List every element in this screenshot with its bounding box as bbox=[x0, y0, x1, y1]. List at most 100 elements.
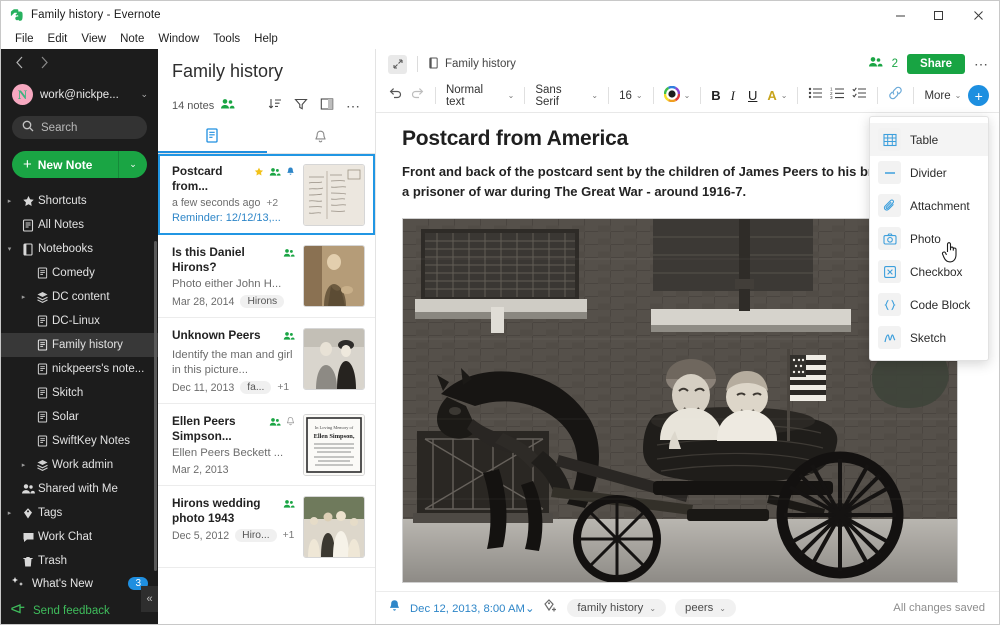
search-input[interactable]: Search bbox=[12, 115, 147, 140]
tag-chip-family-history[interactable]: family history ⌄ bbox=[567, 599, 667, 617]
list-item[interactable]: Hirons wedding photo 1943 Dec 5, 2012 Hi… bbox=[158, 486, 375, 568]
italic-button[interactable]: I bbox=[731, 88, 735, 104]
menu-item-attachment[interactable]: Attachment bbox=[870, 189, 988, 222]
chevron-down-icon: ⌄ bbox=[683, 91, 691, 100]
editor-notebook-chip[interactable]: Family history bbox=[428, 56, 516, 72]
twisty-icon[interactable]: ▸ bbox=[15, 293, 32, 301]
people-icon bbox=[220, 97, 235, 115]
menu-tools[interactable]: Tools bbox=[206, 31, 247, 47]
sidebar-item-tags[interactable]: ▸ Tags bbox=[1, 501, 158, 525]
bullet-list-icon[interactable] bbox=[808, 86, 823, 105]
more-icon[interactable]: ⋯ bbox=[346, 98, 361, 115]
evernote-elephant-icon bbox=[10, 8, 23, 22]
sketch-icon bbox=[878, 326, 901, 349]
sidebar-item-work-admin[interactable]: ▸ Work admin bbox=[1, 453, 158, 477]
more-label: More bbox=[924, 89, 951, 102]
menu-item-table[interactable]: Table bbox=[870, 123, 988, 156]
sidebar-item-all-notes[interactable]: All Notes bbox=[1, 213, 158, 237]
send-feedback-label: Send feedback bbox=[33, 604, 110, 617]
paragraph-style-value: Normal text bbox=[445, 83, 484, 108]
sidebar-item-label: Work admin bbox=[52, 459, 114, 472]
text-color-picker[interactable]: ⌄ bbox=[663, 85, 691, 105]
tab-reminders[interactable] bbox=[267, 125, 376, 153]
note-item-extra-tags: +1 bbox=[282, 530, 295, 541]
menu-item-code-block[interactable]: Code Block bbox=[870, 288, 988, 321]
insert-button[interactable]: + bbox=[968, 85, 990, 106]
maximize-button[interactable] bbox=[919, 1, 957, 29]
close-button[interactable] bbox=[957, 1, 999, 29]
font-family-select[interactable]: Sans Serif ⌄ bbox=[535, 84, 598, 108]
sidebar-item-skitch[interactable]: Skitch bbox=[1, 381, 158, 405]
sidebar-item-dc-linux[interactable]: DC-Linux bbox=[1, 309, 158, 333]
minimize-button[interactable] bbox=[881, 1, 919, 29]
menu-item-divider[interactable]: Divider bbox=[870, 156, 988, 189]
filter-icon[interactable] bbox=[294, 97, 308, 116]
list-item[interactable]: Is this Daniel Hirons? Photo either John… bbox=[158, 235, 375, 318]
list-item[interactable]: Ellen Peers Simpson... Ellen Peers Becke… bbox=[158, 404, 375, 486]
svg-text:Ellen Simpson,: Ellen Simpson, bbox=[314, 433, 355, 440]
more-icon[interactable]: ⋯ bbox=[974, 56, 989, 73]
chat-icon bbox=[18, 531, 38, 544]
twisty-icon[interactable]: ▸ bbox=[1, 197, 18, 205]
collapse-sidebar-icon[interactable]: « bbox=[141, 586, 158, 612]
list-item[interactable]: Unknown Peers Identify the man and girl … bbox=[158, 318, 375, 404]
font-size-select[interactable]: 16 ⌄ bbox=[619, 90, 643, 102]
menu-note[interactable]: Note bbox=[113, 31, 151, 47]
tag-icon bbox=[18, 507, 38, 520]
twisty-icon[interactable]: ▸ bbox=[1, 509, 18, 517]
menu-item-checkbox[interactable]: Checkbox bbox=[870, 255, 988, 288]
numbered-list-icon[interactable]: 123 bbox=[830, 86, 845, 105]
menu-help[interactable]: Help bbox=[247, 31, 285, 47]
people-icon bbox=[269, 414, 281, 432]
tab-notes[interactable] bbox=[158, 125, 267, 153]
sidebar-item-solar[interactable]: Solar bbox=[1, 405, 158, 429]
sidebar-item-nickpeers-notebook[interactable]: nickpeers's note... bbox=[1, 357, 158, 381]
send-feedback-item[interactable]: Send feedback bbox=[1, 598, 158, 624]
sidebar-item-label: Notebooks bbox=[38, 243, 93, 256]
sort-icon[interactable] bbox=[268, 97, 282, 116]
paragraph-style-select[interactable]: Normal text ⌄ bbox=[446, 84, 514, 108]
share-button[interactable]: Share bbox=[907, 54, 965, 74]
underline-button[interactable]: U bbox=[748, 88, 757, 103]
reminder-date[interactable]: Dec 12, 2013, 8:00 AM⌄ bbox=[410, 602, 534, 615]
whats-new-item[interactable]: What's New 3 bbox=[1, 570, 158, 598]
expand-note-icon[interactable] bbox=[388, 54, 407, 74]
sidebar-item-work-chat[interactable]: Work Chat bbox=[1, 525, 158, 549]
bell-icon[interactable] bbox=[388, 599, 401, 618]
undo-icon[interactable] bbox=[388, 86, 403, 105]
new-note-dropdown-caret[interactable]: ⌄ bbox=[119, 159, 147, 170]
sidebar-item-notebooks[interactable]: ▾ Notebooks bbox=[1, 237, 158, 261]
view-layout-icon[interactable] bbox=[320, 97, 334, 116]
sidebar-item-swiftkey-notes[interactable]: SwiftKey Notes bbox=[1, 429, 158, 453]
menu-window[interactable]: Window bbox=[151, 31, 206, 47]
menu-edit[interactable]: Edit bbox=[41, 31, 75, 47]
sidebar-item-dc-content[interactable]: ▸ DC content bbox=[1, 285, 158, 309]
checklist-icon[interactable] bbox=[852, 86, 867, 105]
menu-view[interactable]: View bbox=[74, 31, 113, 47]
sidebar-item-trash[interactable]: Trash bbox=[1, 549, 158, 569]
menu-item-photo[interactable]: Photo bbox=[870, 222, 988, 255]
menu-file[interactable]: File bbox=[8, 31, 41, 47]
sidebar-item-shared-with-me[interactable]: Shared with Me bbox=[1, 477, 158, 501]
highlight-button[interactable]: A ⌄ bbox=[767, 88, 787, 103]
redo-icon[interactable] bbox=[410, 86, 425, 105]
account-switcher[interactable]: N work@nickpe... ⌄ bbox=[1, 79, 158, 109]
chevron-right-icon[interactable] bbox=[40, 56, 49, 71]
twisty-icon[interactable]: ▾ bbox=[1, 245, 18, 253]
sidebar-item-label: All Notes bbox=[38, 219, 85, 232]
add-tag-icon[interactable] bbox=[543, 598, 558, 618]
link-icon[interactable] bbox=[888, 86, 903, 105]
sidebar-item-comedy[interactable]: Comedy bbox=[1, 261, 158, 285]
list-item[interactable]: Postcard from... a few seconds ago +2 Re… bbox=[158, 154, 375, 235]
bold-button[interactable]: B bbox=[711, 88, 720, 103]
sidebar-item-family-history[interactable]: Family history bbox=[1, 333, 158, 358]
star-icon bbox=[254, 164, 264, 182]
sidebar-scrollbar[interactable] bbox=[154, 241, 157, 571]
sidebar-item-shortcuts[interactable]: ▸ Shortcuts bbox=[1, 189, 158, 213]
tag-chip-peers[interactable]: peers ⌄ bbox=[675, 599, 736, 617]
more-formatting-button[interactable]: More ⌄ bbox=[924, 90, 961, 102]
new-note-button[interactable]: + New Note ⌄ bbox=[12, 151, 147, 179]
menu-item-sketch[interactable]: Sketch bbox=[870, 321, 988, 354]
twisty-icon[interactable]: ▸ bbox=[15, 461, 32, 469]
chevron-left-icon[interactable] bbox=[15, 56, 24, 71]
